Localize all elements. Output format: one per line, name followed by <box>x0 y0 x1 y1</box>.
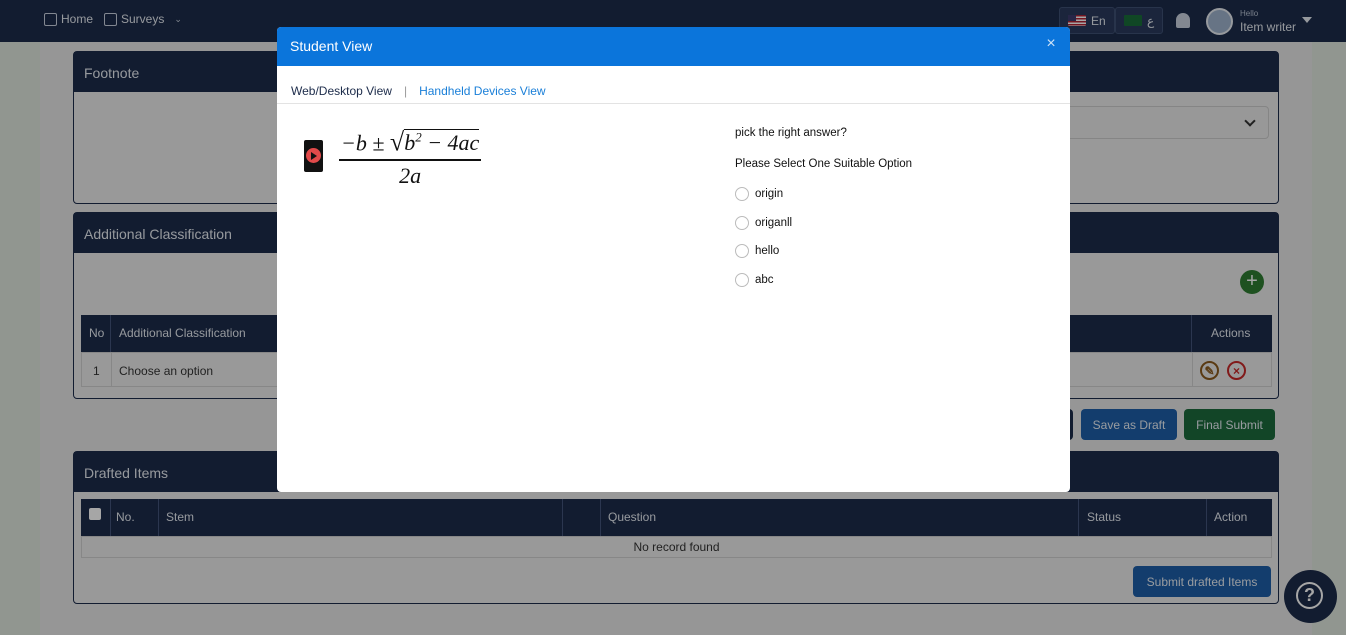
option-origin[interactable]: origin <box>735 187 783 201</box>
formula-numerator: −b ± √b2 − 4ac <box>339 125 481 156</box>
close-icon[interactable]: × <box>1044 36 1058 52</box>
option-abc[interactable]: abc <box>735 273 774 287</box>
quadratic-formula: −b ± √b2 − 4ac 2a <box>339 125 482 189</box>
student-view-modal: Student View × Web/Desktop View | Handhe… <box>277 27 1070 492</box>
radio-button[interactable] <box>735 244 749 258</box>
radio-button[interactable] <box>735 187 749 201</box>
formula-num-pre: −b ± <box>341 130 390 156</box>
option-label: abc <box>755 274 774 286</box>
modal-title: Student View <box>290 38 373 54</box>
tab-divider <box>277 103 1070 104</box>
option-label: hello <box>755 245 780 257</box>
question-text: pick the right answer? <box>735 127 847 139</box>
radio-button[interactable] <box>735 273 749 287</box>
option-label: origin <box>755 188 784 200</box>
tab-handheld-view[interactable]: Handheld Devices View <box>419 84 546 98</box>
tab-separator: | <box>403 84 408 98</box>
radio-button[interactable] <box>735 216 749 230</box>
modal-header: Student View × <box>277 27 1070 66</box>
option-label: origanll <box>755 217 793 229</box>
option-hello[interactable]: hello <box>735 244 779 258</box>
formula-denominator: 2a <box>399 162 422 188</box>
tab-desktop-view[interactable]: Web/Desktop View <box>291 84 392 98</box>
sqrt-sign: √ <box>389 127 405 157</box>
fraction-bar <box>339 159 482 161</box>
view-tabs: Web/Desktop View | Handheld Devices View <box>291 84 546 98</box>
instruction-text: Please Select One Suitable Option <box>735 158 913 170</box>
option-origanll[interactable]: origanll <box>735 216 792 230</box>
formula-radicand-post: − 4ac <box>421 130 480 156</box>
play-icon[interactable] <box>304 140 323 172</box>
formula-radicand: b <box>404 130 416 156</box>
